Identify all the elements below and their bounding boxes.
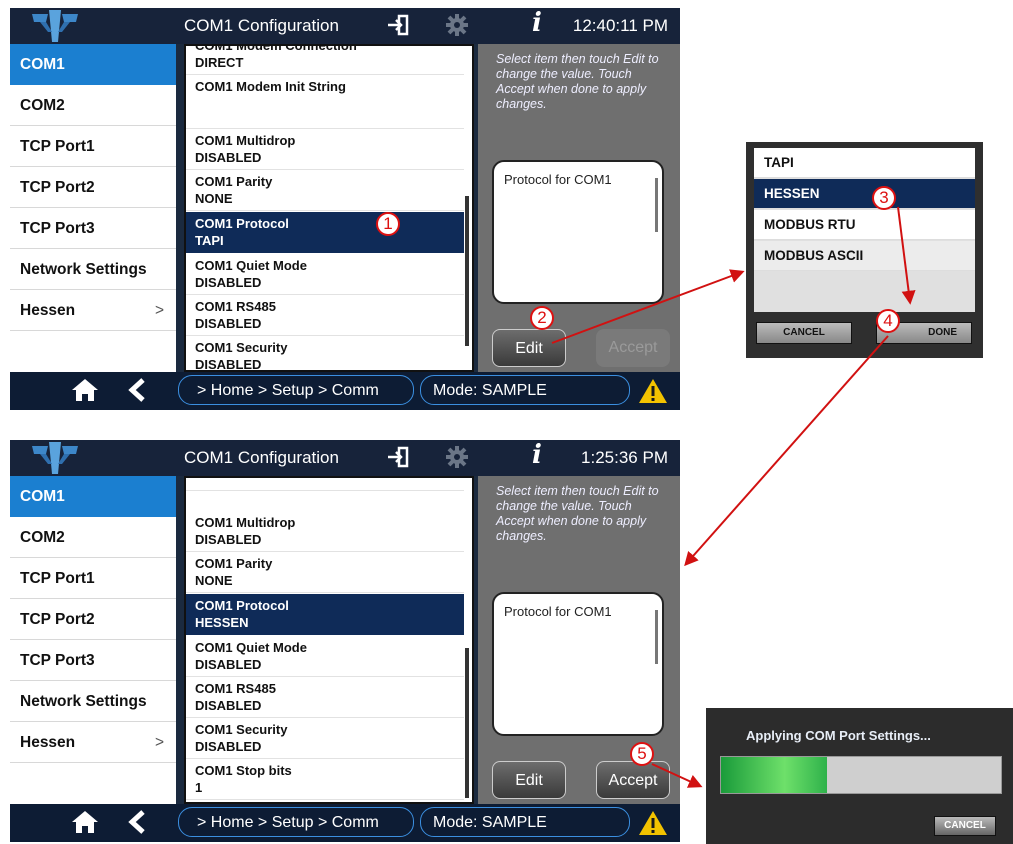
step-marker-3: 3 [872,186,896,210]
arrow-edit-to-dropdown [551,269,745,344]
arrow-select-hessen [897,206,916,305]
step-marker-1: 1 [376,212,400,236]
annotation-arrows [551,206,916,788]
step-marker-4: 4 [876,309,900,333]
step-marker-5: 5 [630,742,654,766]
arrow-done-to-screen2 [684,335,889,567]
arrow-accept-to-apply [651,763,703,788]
step-marker-2: 2 [530,306,554,330]
